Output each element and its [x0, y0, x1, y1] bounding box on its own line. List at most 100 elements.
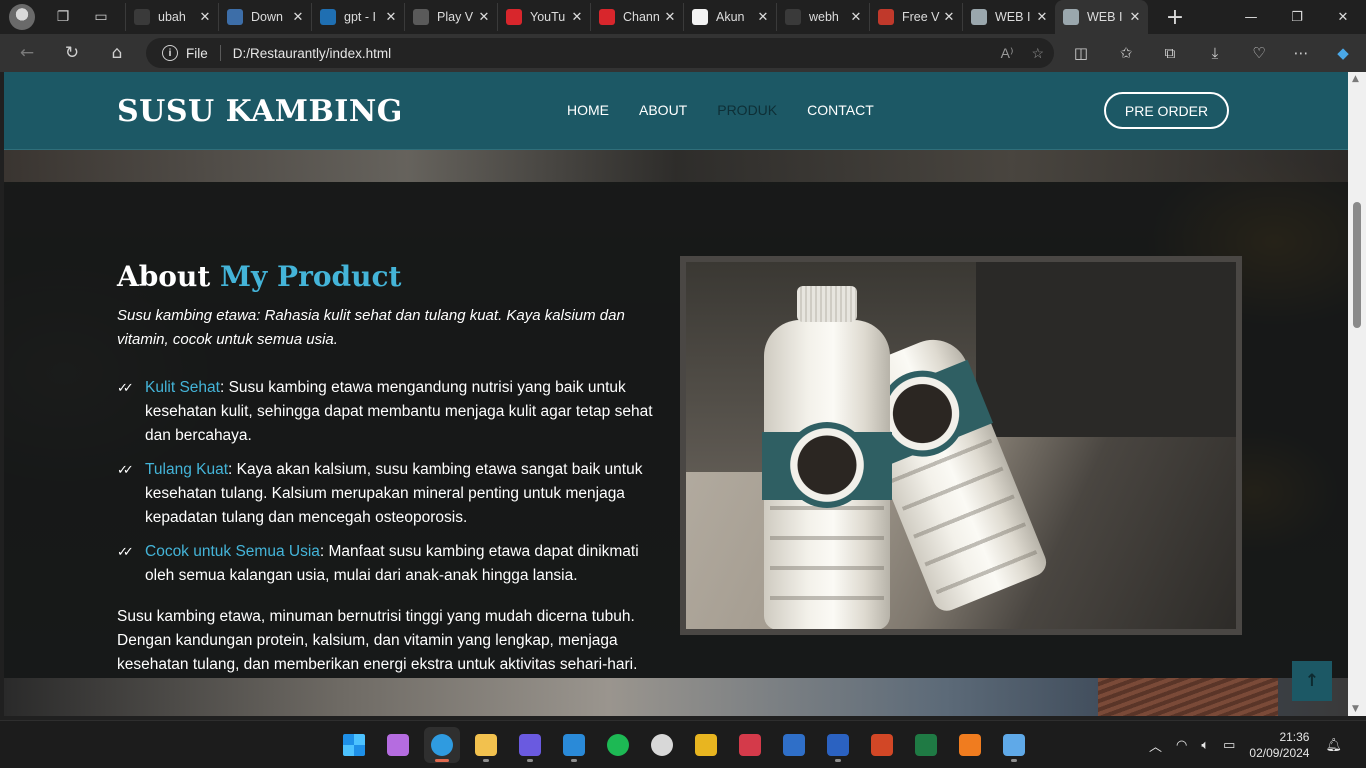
photo-shadow-wall [976, 262, 1236, 437]
browser-tab[interactable]: gpt - I ✕ [311, 3, 404, 31]
benefit-list: ✓✓ Kulit Sehat: Susu kambing etawa menga… [117, 376, 662, 598]
start-taskbar-button[interactable] [336, 727, 372, 763]
browser-tab[interactable]: Down ✕ [218, 3, 311, 31]
google-icon [692, 9, 708, 25]
excel-taskbar-button[interactable] [908, 727, 944, 763]
collections-icon[interactable]: ⧉ [1155, 38, 1185, 68]
browser-tab[interactable]: Free V ✕ [869, 3, 962, 31]
refresh-button[interactable]: ↻ [54, 38, 90, 68]
browser-tab[interactable]: Chann ✕ [590, 3, 683, 31]
tab-title: webh [809, 10, 839, 24]
spotify-taskbar-button[interactable] [600, 727, 636, 763]
copilot-sidebar-icon[interactable]: ◆ [1328, 38, 1358, 68]
scroll-down-arrow-icon[interactable]: ▼ [1352, 704, 1359, 714]
tab-title: ubah [158, 10, 186, 24]
openai-icon [413, 9, 429, 25]
benefit-title: Cocok untuk Semua Usia [145, 543, 320, 560]
about-lead: Susu kambing etawa: Rahasia kulit sehat … [117, 307, 625, 348]
new-tab-button[interactable]: + [1160, 5, 1190, 30]
wifi-icon[interactable]: ◠ [1176, 737, 1187, 753]
notepad-taskbar-button[interactable] [996, 727, 1032, 763]
tab-close-icon[interactable]: ✕ [568, 9, 586, 25]
minimize-button[interactable]: — [1228, 0, 1274, 34]
tab-close-icon[interactable]: ✕ [754, 9, 772, 25]
address-input[interactable]: i File D:/Restaurantly/index.html A⁾ ☆ [146, 38, 1054, 68]
sticky-tools-icon [695, 734, 717, 756]
sticky-tools-taskbar-button[interactable] [688, 727, 724, 763]
word-taskbar-button[interactable] [820, 727, 856, 763]
file-explorer-taskbar-button[interactable] [468, 727, 504, 763]
copilot-taskbar-button[interactable] [380, 727, 416, 763]
read-aloud-icon[interactable]: A⁾ [1001, 45, 1014, 62]
edge-icon [431, 734, 453, 756]
browser-tab[interactable]: webh ✕ [776, 3, 869, 31]
tab-title: gpt - I [344, 10, 376, 24]
home-button[interactable]: ⌂ [99, 38, 135, 68]
tab-close-icon[interactable]: ✕ [475, 9, 493, 25]
restore-button[interactable]: ❐ [1274, 0, 1320, 34]
tab-close-icon[interactable]: ✕ [661, 9, 679, 25]
scrollbar-thumb[interactable] [1353, 202, 1361, 328]
browser-tab[interactable]: WEB I ✕ [1055, 0, 1148, 34]
back-button[interactable]: ← [9, 38, 45, 68]
clock[interactable]: 21:36 02/09/2024 [1249, 729, 1309, 761]
media-player-taskbar-button[interactable] [644, 727, 680, 763]
tab-close-icon[interactable]: ✕ [382, 9, 400, 25]
pre-order-button[interactable]: PRE ORDER [1104, 92, 1229, 129]
clock-date: 02/09/2024 [1249, 746, 1310, 760]
back-to-top-button[interactable]: ↑ [1292, 661, 1332, 701]
edge-taskbar-button[interactable] [424, 727, 460, 763]
tab-close-icon[interactable]: ✕ [1033, 9, 1051, 25]
powerpoint-taskbar-button[interactable] [864, 727, 900, 763]
xampp-taskbar-button[interactable] [952, 727, 988, 763]
tab-close-icon[interactable]: ✕ [847, 9, 865, 25]
scroll-up-arrow-icon[interactable]: ▲ [1352, 74, 1359, 84]
browser-tab[interactable]: YouTu ✕ [497, 3, 590, 31]
profile-avatar[interactable] [9, 4, 35, 30]
benefit-item: ✓✓ Cocok untuk Semua Usia: Manfaat susu … [117, 540, 662, 588]
benefit-title: Tulang Kuat [145, 461, 229, 478]
tab-close-icon[interactable]: ✕ [289, 9, 307, 25]
vmware-taskbar-button[interactable] [776, 727, 812, 763]
tab-actions-icon[interactable]: ▭ [87, 3, 115, 31]
visual-studio-taskbar-button[interactable] [512, 727, 548, 763]
favorites-icon[interactable]: ✩ [1111, 38, 1141, 68]
browser-tab[interactable]: WEB I ✕ [962, 3, 1055, 31]
cisco-taskbar-button[interactable] [732, 727, 768, 763]
browser-tab[interactable]: Play V ✕ [404, 3, 497, 31]
nav-contact[interactable]: CONTACT [807, 102, 874, 118]
powerpoint-icon [871, 734, 893, 756]
notification-bell-icon[interactable]: 🔔︎ [1325, 737, 1342, 753]
close-window-button[interactable]: ✕ [1320, 0, 1366, 34]
split-screen-icon[interactable]: ◫ [1066, 38, 1096, 68]
chevron-up-icon[interactable]: ︿ [1149, 736, 1162, 755]
page-viewport: SUSU KAMBING HOME ABOUT PRODUK CONTACT P… [4, 72, 1348, 716]
nav-home[interactable]: HOME [567, 102, 609, 118]
volume-icon[interactable]: 🔈︎ [1201, 737, 1209, 753]
site-header: SUSU KAMBING HOME ABOUT PRODUK CONTACT P… [4, 72, 1348, 150]
benefit-title: Kulit Sehat [145, 379, 220, 396]
tab-close-icon[interactable]: ✕ [196, 9, 214, 25]
site-logo[interactable]: SUSU KAMBING [117, 94, 403, 129]
search-icon [134, 9, 150, 25]
nav-about[interactable]: ABOUT [639, 102, 687, 118]
system-tray: ︿ ◠ 🔈︎ ▭ 21:36 02/09/2024 🔔︎ [1149, 721, 1342, 768]
tab-close-icon[interactable]: ✕ [1126, 9, 1144, 25]
about-paragraph: Susu kambing etawa, minuman bernutrisi t… [117, 608, 638, 673]
workspaces-icon[interactable]: ❐ [49, 3, 77, 31]
xampp-icon [959, 734, 981, 756]
browser-tab[interactable]: Akun ✕ [683, 3, 776, 31]
tab-close-icon[interactable]: ✕ [940, 9, 958, 25]
browser-tab-strip: ❐ ▭ ubah ✕ Down ✕ gpt - I ✕ Play V ✕ YouTu ✕ Chann… [0, 0, 1366, 34]
info-icon[interactable]: i [162, 45, 178, 61]
browser-tab[interactable]: ubah ✕ [125, 3, 218, 31]
downloads-icon[interactable]: ⤓ [1200, 38, 1230, 68]
url-text: D:/Restaurantly/index.html [232, 45, 392, 61]
nav-produk[interactable]: PRODUK [717, 102, 777, 118]
performance-icon[interactable]: ♡ [1244, 38, 1274, 68]
battery-icon[interactable]: ▭ [1223, 737, 1235, 753]
favorite-star-icon[interactable]: ☆ [1031, 45, 1044, 62]
more-menu-icon[interactable]: ⋯ [1286, 38, 1316, 68]
page-scrollbar[interactable]: ▲ ▼ [1348, 72, 1366, 716]
vscode-taskbar-button[interactable] [556, 727, 592, 763]
